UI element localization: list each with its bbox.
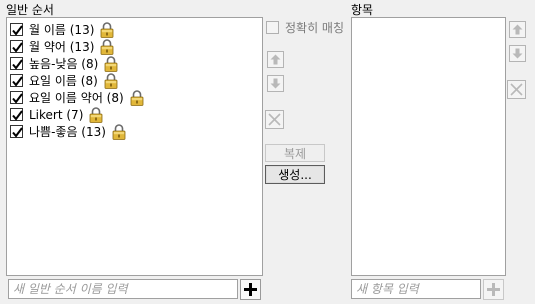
item-checkbox[interactable]	[10, 74, 23, 87]
duplicate-button[interactable]: 복제	[265, 144, 325, 162]
list-item[interactable]: 높음-낮음 (8)	[10, 55, 118, 72]
exact-match-label: 정확히 매칭	[285, 21, 345, 35]
arrow-up-icon	[512, 24, 523, 35]
x-icon	[510, 83, 523, 96]
exact-match-box	[266, 21, 279, 34]
lock-icon	[89, 106, 103, 123]
list-item-label: 나쁨-좋음 (13)	[29, 125, 106, 139]
lock-icon	[104, 72, 118, 89]
item-move-down-button[interactable]	[509, 45, 526, 62]
exact-match-checkbox[interactable]: 정확히 매칭	[266, 19, 344, 36]
lock-icon	[130, 89, 144, 106]
list-item-label: 요일 이름 약어 (8)	[29, 91, 124, 105]
list-item-label: 월 약어 (13)	[29, 40, 95, 54]
right-panel-title: 항목	[351, 3, 374, 17]
arrow-down-icon	[270, 78, 281, 89]
lock-icon	[112, 123, 126, 140]
items-list[interactable]	[351, 17, 506, 276]
item-checkbox[interactable]	[10, 125, 23, 138]
general-order-list[interactable]: 월 이름 (13) 월 약어 (13) 높음-낮음 (8) 요일 이름 (8) 요일 이…	[6, 17, 263, 276]
list-item-label: 요일 이름 (8)	[29, 74, 98, 88]
item-move-up-button[interactable]	[509, 21, 526, 38]
list-item[interactable]: 월 이름 (13)	[10, 21, 114, 38]
list-item-label: 월 이름 (13)	[29, 23, 95, 37]
move-up-button[interactable]	[267, 51, 284, 68]
item-delete-button[interactable]	[507, 80, 526, 99]
list-item[interactable]: Likert (7)	[10, 106, 103, 123]
lock-icon	[100, 21, 114, 38]
list-item[interactable]: 요일 이름 (8)	[10, 72, 118, 89]
item-checkbox[interactable]	[10, 40, 23, 53]
arrow-down-icon	[512, 48, 523, 59]
item-checkbox[interactable]	[10, 108, 23, 121]
list-item-label: 높음-낮음 (8)	[29, 57, 99, 71]
item-checkbox[interactable]	[10, 57, 23, 70]
add-item-button[interactable]	[483, 279, 504, 300]
lock-icon	[100, 38, 114, 55]
list-item[interactable]: 월 약어 (13)	[10, 38, 114, 55]
new-item-input[interactable]	[351, 279, 481, 299]
plus-icon	[487, 283, 500, 296]
delete-button[interactable]	[265, 110, 284, 129]
left-panel-title: 일반 순서	[6, 3, 54, 17]
move-down-button[interactable]	[267, 75, 284, 92]
list-item-label: Likert (7)	[29, 107, 84, 122]
create-button[interactable]: 생성...	[265, 165, 325, 184]
new-general-order-name-input[interactable]	[8, 279, 238, 299]
lock-icon	[104, 55, 118, 72]
add-general-order-button[interactable]	[240, 279, 261, 300]
x-icon	[268, 113, 281, 126]
arrow-up-icon	[270, 54, 281, 65]
plus-icon	[244, 283, 257, 296]
list-item[interactable]: 요일 이름 약어 (8)	[10, 89, 144, 106]
list-item[interactable]: 나쁨-좋음 (13)	[10, 123, 126, 140]
item-checkbox[interactable]	[10, 23, 23, 36]
item-checkbox[interactable]	[10, 91, 23, 104]
